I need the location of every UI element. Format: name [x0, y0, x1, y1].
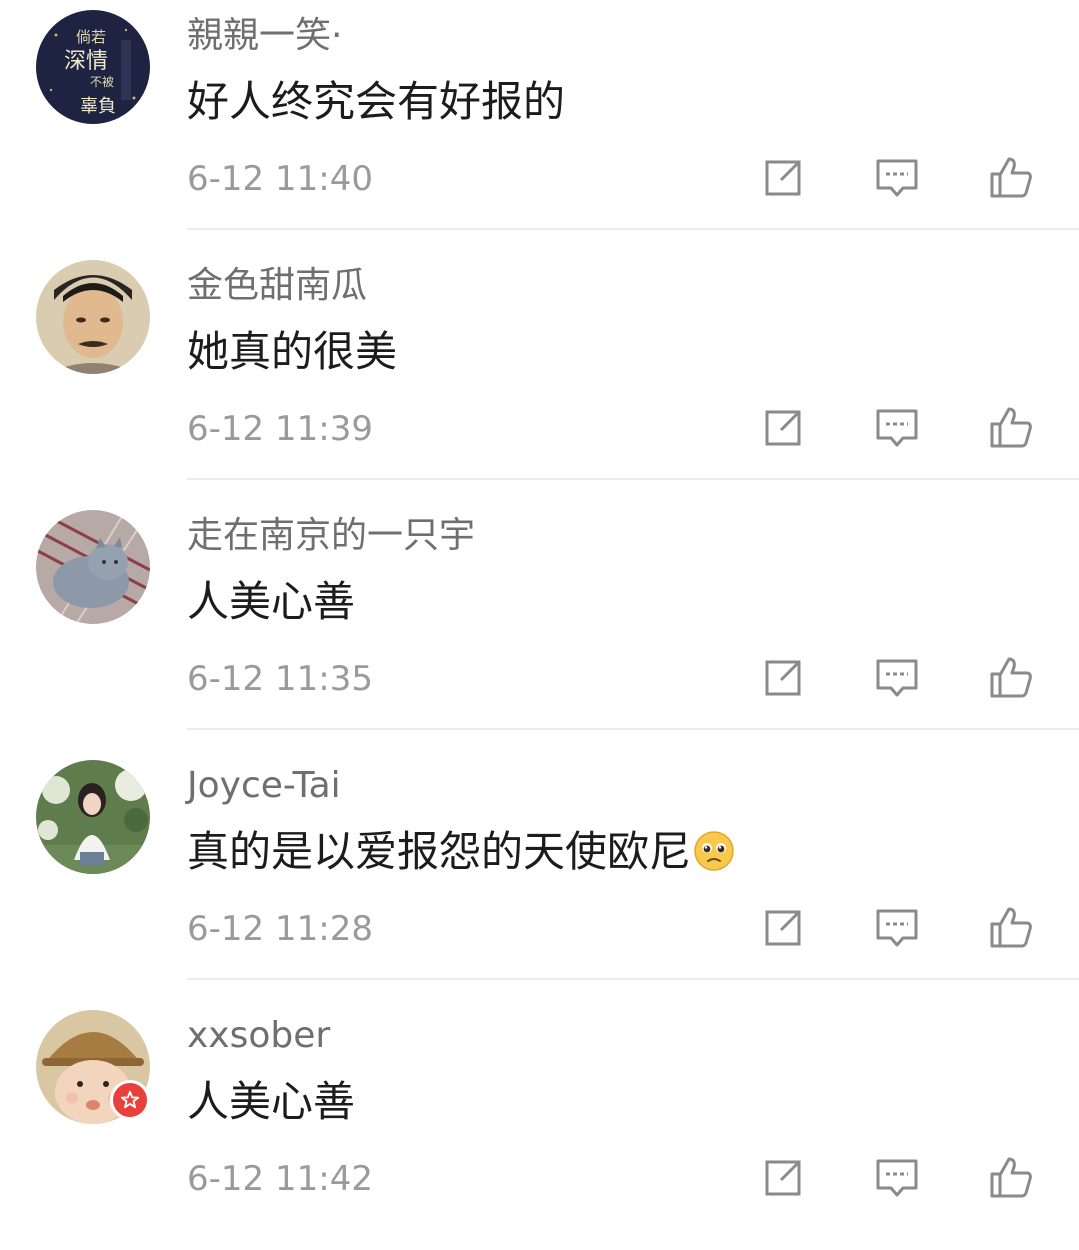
- username[interactable]: Joyce-Tai: [187, 762, 341, 810]
- comment-item: 倘若 深情 不被 辜負 親親一笑· 好人终究会有好报的 6-12 11:40: [0, 0, 1079, 250]
- avatar-text-line: 深情: [64, 49, 108, 74]
- divider: [187, 728, 1079, 730]
- edit-share-icon: [765, 1160, 801, 1196]
- reply-button[interactable]: [869, 900, 925, 956]
- comment-bubble-icon: [876, 659, 918, 697]
- red-star-badge: [110, 1080, 150, 1120]
- share-button[interactable]: [755, 400, 811, 456]
- share-button[interactable]: [755, 1150, 811, 1206]
- like-button[interactable]: [983, 1150, 1039, 1206]
- edit-share-icon: [765, 910, 801, 946]
- comment-bubble-icon: [876, 159, 918, 197]
- like-button[interactable]: [983, 400, 1039, 456]
- reply-button[interactable]: [869, 150, 925, 206]
- username[interactable]: 親親一笑·: [187, 12, 342, 60]
- edit-share-icon: [765, 160, 801, 196]
- divider: [187, 478, 1079, 480]
- avatar-text-line: 不被: [90, 75, 114, 89]
- star-icon: [120, 1090, 140, 1109]
- edit-share-icon: [765, 660, 801, 696]
- timestamp: 6-12 11:28: [187, 909, 373, 949]
- avatar-image: [36, 760, 150, 874]
- avatar[interactable]: [36, 260, 150, 374]
- thumbs-up-icon: [990, 657, 1032, 698]
- comment-item: xxsober 人美心善 6-12 11:42: [0, 1000, 1079, 1250]
- edit-share-icon: [765, 410, 801, 446]
- comment-bubble-icon: [876, 1159, 918, 1197]
- share-button[interactable]: [755, 900, 811, 956]
- username[interactable]: 走在南京的一只宇: [187, 512, 475, 560]
- thumbs-up-icon: [990, 407, 1032, 448]
- timestamp: 6-12 11:40: [187, 159, 373, 199]
- username[interactable]: xxsober: [187, 1012, 330, 1060]
- thumbs-up-icon: [990, 1157, 1032, 1198]
- comment-bubble-icon: [876, 909, 918, 947]
- avatar[interactable]: [36, 510, 150, 624]
- comment-text: 她真的很美: [187, 327, 398, 376]
- avatar-text-line: 辜負: [80, 96, 116, 117]
- avatar-image: [36, 260, 150, 374]
- share-button[interactable]: [755, 150, 811, 206]
- like-button[interactable]: [983, 150, 1039, 206]
- comment-bubble-icon: [876, 409, 918, 447]
- timestamp: 6-12 11:39: [187, 409, 373, 449]
- avatar-image: 倘若 深情 不被 辜負: [36, 10, 150, 124]
- avatar[interactable]: [36, 760, 150, 874]
- like-button[interactable]: [983, 900, 1039, 956]
- username[interactable]: 金色甜南瓜: [187, 262, 367, 310]
- avatar-image: [36, 510, 150, 624]
- comment-text: 人美心善: [187, 577, 356, 626]
- divider: [187, 228, 1079, 230]
- comment-item: 金色甜南瓜 她真的很美 6-12 11:39: [0, 250, 1079, 500]
- pleading-face-icon: [694, 831, 734, 871]
- timestamp: 6-12 11:42: [187, 1159, 373, 1199]
- reply-button[interactable]: [869, 650, 925, 706]
- share-button[interactable]: [755, 650, 811, 706]
- avatar-text-line: 倘若: [76, 28, 106, 46]
- timestamp: 6-12 11:35: [187, 659, 373, 699]
- comment-text: 人美心善: [187, 1077, 356, 1126]
- comment-item: Joyce-Tai 真的是以爱报怨的天使欧尼 6-12 11:28: [0, 750, 1079, 1000]
- comment-text-content: 真的是以爱报怨的天使欧尼: [187, 827, 692, 876]
- comment-text: 真的是以爱报怨的天使欧尼: [187, 824, 735, 880]
- like-button[interactable]: [983, 650, 1039, 706]
- comment-item: 走在南京的一只宇 人美心善 6-12 11:35: [0, 500, 1079, 750]
- reply-button[interactable]: [869, 1150, 925, 1206]
- reply-button[interactable]: [869, 400, 925, 456]
- thumbs-up-icon: [990, 157, 1032, 198]
- thumbs-up-icon: [990, 907, 1032, 948]
- avatar[interactable]: 倘若 深情 不被 辜負: [36, 10, 150, 124]
- divider: [187, 978, 1079, 980]
- comment-text: 好人终究会有好报的: [187, 77, 566, 126]
